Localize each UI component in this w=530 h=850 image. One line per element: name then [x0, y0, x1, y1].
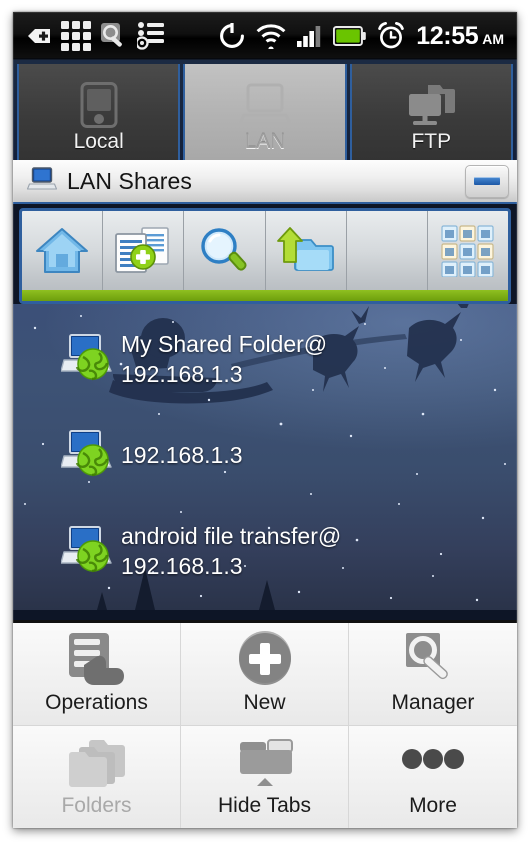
- app-grid-icon: [61, 21, 91, 51]
- signal-icon: [297, 26, 321, 47]
- menu-item-label: Folders: [61, 793, 132, 817]
- up-arrow-folder-icon: [276, 226, 334, 271]
- phone-device-icon: [80, 80, 118, 130]
- wifi-icon: [256, 23, 286, 49]
- menu-item-label: Manager: [391, 690, 475, 714]
- device-screen: 12:55 AM Local LAN FTP LAN Shares My Sha…: [13, 12, 517, 828]
- laptop-globe-icon: [60, 429, 115, 482]
- toolbar-search-button[interactable]: [184, 211, 266, 301]
- menu-item-operations[interactable]: Operations: [13, 623, 181, 726]
- tab-strip: Local LAN FTP: [13, 60, 517, 160]
- menu-item-label: New: [243, 690, 286, 714]
- options-menu: Operations New Manager Folders Hide Tabs…: [13, 620, 517, 828]
- list-item[interactable]: 192.168.1.3: [13, 408, 517, 502]
- status-bar-system-icons: 12:55 AM: [219, 22, 517, 51]
- clock-meridiem: AM: [482, 30, 504, 47]
- toolbar-up-folder-button[interactable]: [266, 211, 347, 301]
- file-toolbar: [19, 208, 511, 304]
- minimize-icon: [474, 177, 500, 185]
- list-hand-icon: [66, 625, 128, 687]
- menu-item-manager[interactable]: Manager: [349, 623, 517, 726]
- list-item-label: My Shared Folder@ 192.168.1.3: [121, 331, 328, 387]
- list-item[interactable]: My Shared Folder@ 192.168.1.3: [13, 304, 517, 408]
- share-list[interactable]: My Shared Folder@ 192.168.1.3 192.168.1.3: [13, 304, 517, 610]
- menu-item-more[interactable]: More: [349, 725, 517, 828]
- plus-circle-icon: [237, 625, 293, 687]
- lan-shares-window: LAN Shares My Shared Folder@ 192.168.1.3…: [13, 160, 517, 828]
- tab-ftp[interactable]: FTP: [349, 64, 513, 160]
- list-item-label: android file transfer@ 192.168.1.3: [121, 523, 342, 579]
- task-list-icon: [137, 22, 164, 50]
- tab-local[interactable]: Local: [17, 64, 181, 160]
- menu-item-folders[interactable]: Folders: [13, 725, 181, 828]
- laptop-icon: [238, 80, 291, 130]
- menu-item-label: Hide Tabs: [217, 793, 311, 817]
- grid-thumbnails-icon: [441, 224, 494, 277]
- tab-label: LAN: [244, 130, 286, 153]
- laptop-globe-icon: [60, 525, 115, 578]
- menu-item-label: Operations: [45, 690, 148, 714]
- tab-label: FTP: [411, 130, 452, 153]
- toolbar-grid-view-button[interactable]: [428, 211, 508, 301]
- list-item-label: 192.168.1.3: [121, 442, 243, 468]
- status-bar-clock: 12:55 AM: [416, 22, 504, 51]
- list-item[interactable]: android file transfer@ 192.168.1.3: [13, 502, 517, 600]
- sync-icon: [220, 23, 245, 48]
- menu-item-hide-tabs[interactable]: Hide Tabs: [181, 725, 349, 828]
- new-document-icon: [115, 226, 170, 273]
- back-arrow-icon: [28, 29, 50, 43]
- monitor-folder-icon: [406, 80, 456, 130]
- wrench-icon: [404, 625, 462, 687]
- battery-icon: [333, 26, 367, 46]
- page-title: LAN Shares: [67, 167, 193, 194]
- menu-item-new[interactable]: New: [181, 623, 349, 726]
- menu-item-label: More: [409, 793, 457, 817]
- alarm-clock-icon: [378, 22, 405, 49]
- toolbar-home-button[interactable]: [22, 211, 104, 301]
- ellipsis-icon: [402, 728, 464, 790]
- tabs-up-icon: [234, 728, 296, 790]
- window-title-bar: LAN Shares: [13, 160, 517, 204]
- toolbar-new-button[interactable]: [103, 211, 185, 301]
- status-bar-notification-icons: [13, 21, 219, 51]
- tab-lan[interactable]: LAN: [183, 64, 347, 160]
- settings-search-icon: [101, 23, 122, 47]
- status-bar: 12:55 AM: [13, 12, 517, 60]
- magnifier-icon: [201, 227, 247, 271]
- toolbar-empty-slot[interactable]: [347, 211, 428, 301]
- clock-time: 12:55: [416, 21, 479, 50]
- laptop-globe-icon: [60, 333, 115, 386]
- laptop-icon: [26, 166, 58, 196]
- folders-icon: [66, 728, 128, 790]
- tab-label: Local: [73, 130, 124, 153]
- minimize-button[interactable]: [465, 164, 509, 198]
- home-icon: [36, 227, 89, 273]
